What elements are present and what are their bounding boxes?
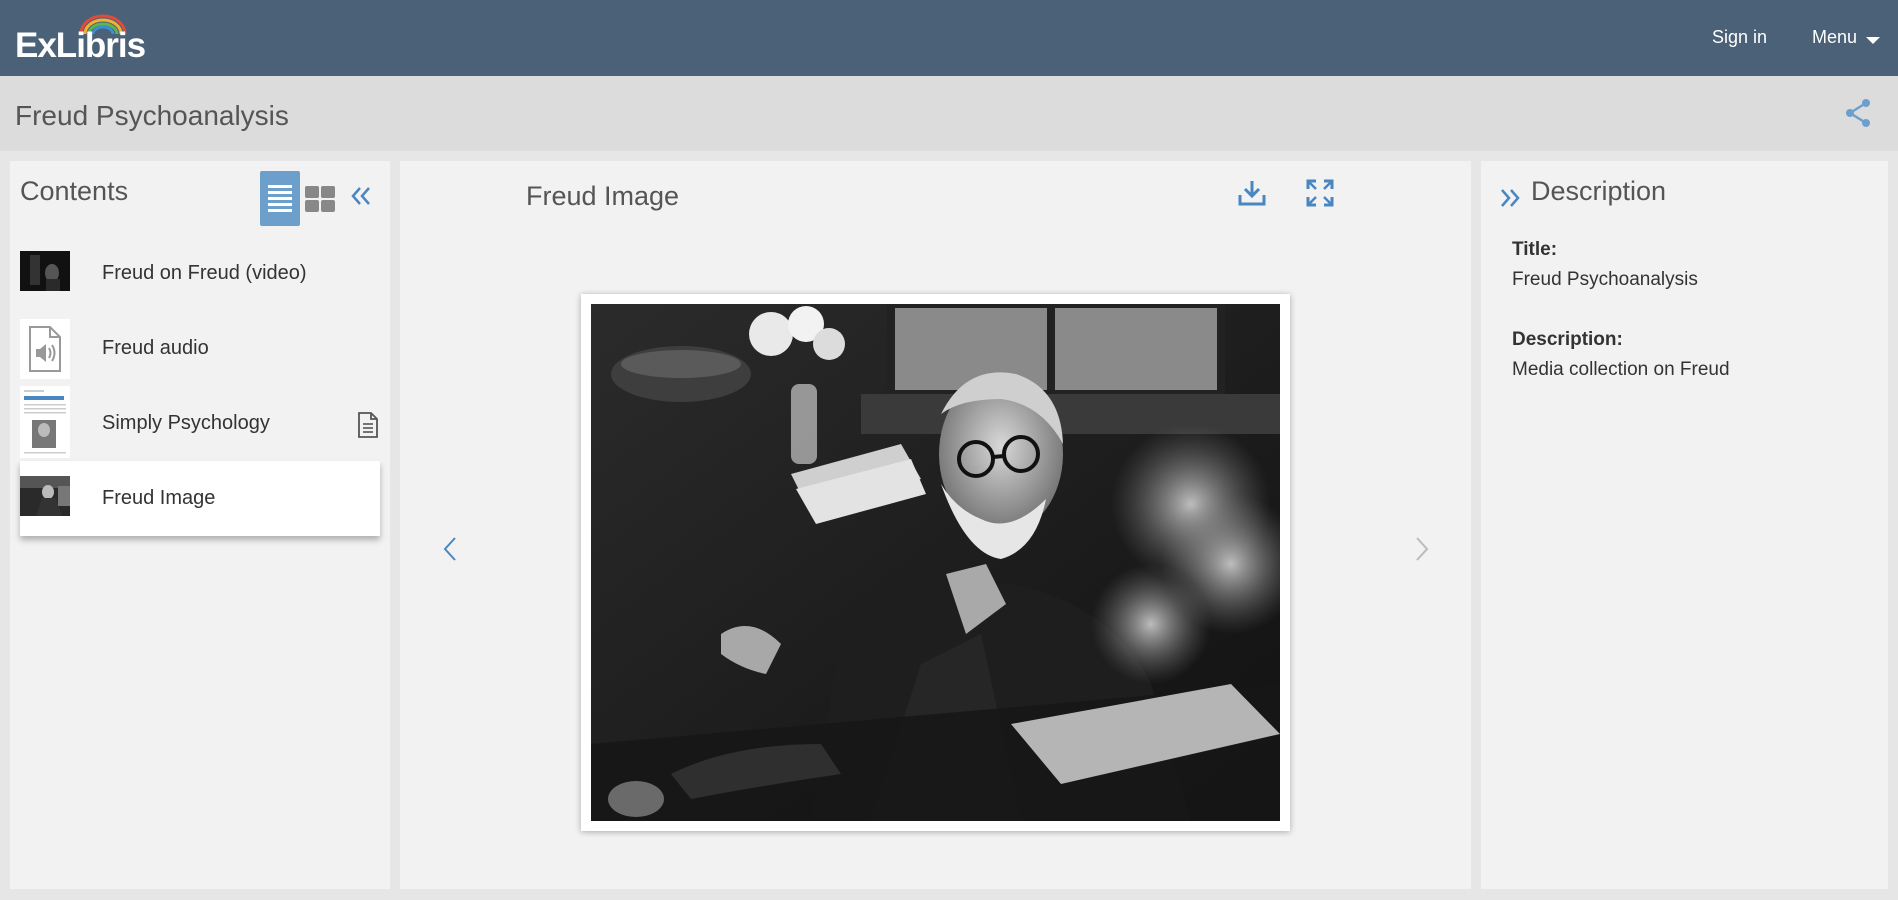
list-item-selected[interactable]: Freud Image [20,461,380,536]
contents-heading: Contents [20,176,129,206]
list-item-label: Simply Psychology [102,412,270,434]
fullscreen-icon[interactable] [1306,179,1334,207]
description-field-value: Media collection on Freud [1512,359,1730,380]
list-item[interactable]: Freud on Freud (video) [20,236,380,311]
expand-right-icon[interactable] [1499,187,1521,209]
collection-title-bar: Freud Psychoanalysis [0,76,1898,151]
chevron-left-icon[interactable] [442,535,458,563]
page-title: Freud Psychoanalysis [15,100,289,131]
description-panel: Description Title: Freud Psychoanalysis … [1481,161,1888,889]
list-item[interactable]: Simply Psychology [20,386,380,461]
list-item[interactable]: Freud audio [20,311,380,386]
download-icon[interactable] [1238,179,1266,207]
list-icon [268,185,292,212]
viewer-title: Freud Image [526,181,680,211]
contents-panel: Contents Freud on Freud (video) Freud au… [10,161,390,889]
list-item-label: Freud Image [102,487,216,509]
title-field-value: Freud Psychoanalysis [1512,269,1698,290]
exlibris-logo[interactable]: ExLibris [15,14,146,65]
grid-view-icon[interactable] [304,185,336,213]
title-field-label: Title: [1512,239,1558,260]
description-field-label: Description: [1512,329,1623,350]
collapse-left-icon[interactable] [350,185,372,207]
viewer-panel: Freud Image [400,161,1471,889]
chevron-right-icon[interactable] [1414,535,1430,563]
sign-in-link[interactable]: Sign in [1712,27,1767,48]
document-thumbnail [20,386,70,458]
image-thumbnail [20,476,70,516]
list-item-label: Freud on Freud (video) [102,262,307,284]
audio-file-icon [20,319,70,379]
description-heading: Description [1531,176,1667,206]
top-navigation-bar: ExLibris Sign in Menu [0,0,1898,76]
share-icon[interactable] [1844,98,1872,128]
logo-text: ExLibris [15,26,146,65]
document-icon [358,412,378,438]
image-frame [581,294,1290,831]
menu-button[interactable]: Menu [1812,27,1857,48]
chevron-down-icon[interactable] [1866,37,1880,44]
list-view-button[interactable] [260,171,300,226]
video-thumbnail [20,251,70,291]
list-item-label: Freud audio [102,337,209,359]
freud-photograph[interactable] [591,304,1280,821]
